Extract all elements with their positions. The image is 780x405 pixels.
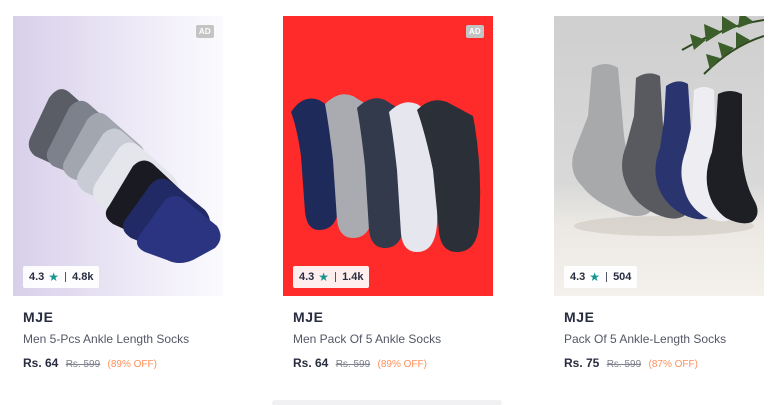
rating-separator xyxy=(335,272,337,282)
rating-badge: 4.3 ★ 4.8k xyxy=(23,266,100,288)
rating-separator xyxy=(65,272,67,282)
product-mrp: Rs. 599 xyxy=(65,359,101,370)
product-info[interactable]: MJE Men 5-Pcs Ankle Length Socks Rs. 64 … xyxy=(13,296,223,372)
product-price: Rs. 64 xyxy=(293,356,329,370)
star-icon: ★ xyxy=(589,270,601,284)
star-icon: ★ xyxy=(48,270,60,284)
rating-value: 4.3 xyxy=(29,271,45,283)
rating-badge: 4.3 ★ 504 xyxy=(564,266,638,288)
product-discount: (89% OFF) xyxy=(107,359,157,370)
product-info[interactable]: MJE Men Pack Of 5 Ankle Socks Rs. 64 Rs.… xyxy=(283,296,493,372)
product-price: Rs. 75 xyxy=(564,356,600,370)
product-discount: (87% OFF) xyxy=(648,359,698,370)
price-row: Rs. 64 Rs. 599 (89% OFF) xyxy=(293,356,483,372)
rating-separator xyxy=(606,272,608,282)
product-name: Men 5-Pcs Ankle Length Socks xyxy=(23,332,190,346)
rating-value: 4.3 xyxy=(570,271,586,283)
price-row: Rs. 64 Rs. 599 (89% OFF) xyxy=(23,356,213,372)
star-icon: ★ xyxy=(318,270,330,284)
product-mrp: Rs. 599 xyxy=(335,359,371,370)
socks-image xyxy=(28,89,221,263)
product-name: Pack Of 5 Ankle-Length Socks xyxy=(564,332,727,346)
product-price: Rs. 64 xyxy=(23,356,59,370)
product-image[interactable]: 4.3 ★ 504 xyxy=(554,16,764,296)
product-card[interactable]: AD 4.3 ★ 4.8k MJE Men 5-Pcs Ankle Length… xyxy=(13,16,223,372)
rating-count: 4.8k xyxy=(72,271,94,283)
socks-image xyxy=(572,16,764,236)
product-card[interactable]: AD 4.3 ★ 1.4k MJE Men Pack Of 5 Ankle So… xyxy=(283,16,493,372)
rating-badge: 4.3 ★ 1.4k xyxy=(293,266,370,288)
next-row-edge xyxy=(272,400,502,405)
product-brand: MJE xyxy=(564,309,595,325)
product-mrp: Rs. 599 xyxy=(606,359,642,370)
rating-value: 4.3 xyxy=(299,271,315,283)
price-row: Rs. 75 Rs. 599 (87% OFF) xyxy=(564,356,754,372)
socks-image xyxy=(291,94,481,252)
product-card[interactable]: 4.3 ★ 504 MJE Pack Of 5 Ankle-Length Soc… xyxy=(554,16,764,372)
product-name: Men Pack Of 5 Ankle Socks xyxy=(293,332,442,346)
ad-badge: AD xyxy=(465,25,484,38)
rating-count: 504 xyxy=(613,271,632,283)
product-discount: (89% OFF) xyxy=(377,359,427,370)
product-brand: MJE xyxy=(23,309,54,325)
product-brand: MJE xyxy=(293,309,324,325)
product-image[interactable]: AD 4.3 ★ 4.8k xyxy=(13,16,223,296)
product-info[interactable]: MJE Pack Of 5 Ankle-Length Socks Rs. 75 … xyxy=(554,296,764,372)
rating-count: 1.4k xyxy=(342,271,364,283)
product-image[interactable]: AD 4.3 ★ 1.4k xyxy=(283,16,493,296)
ad-badge: AD xyxy=(195,25,214,38)
